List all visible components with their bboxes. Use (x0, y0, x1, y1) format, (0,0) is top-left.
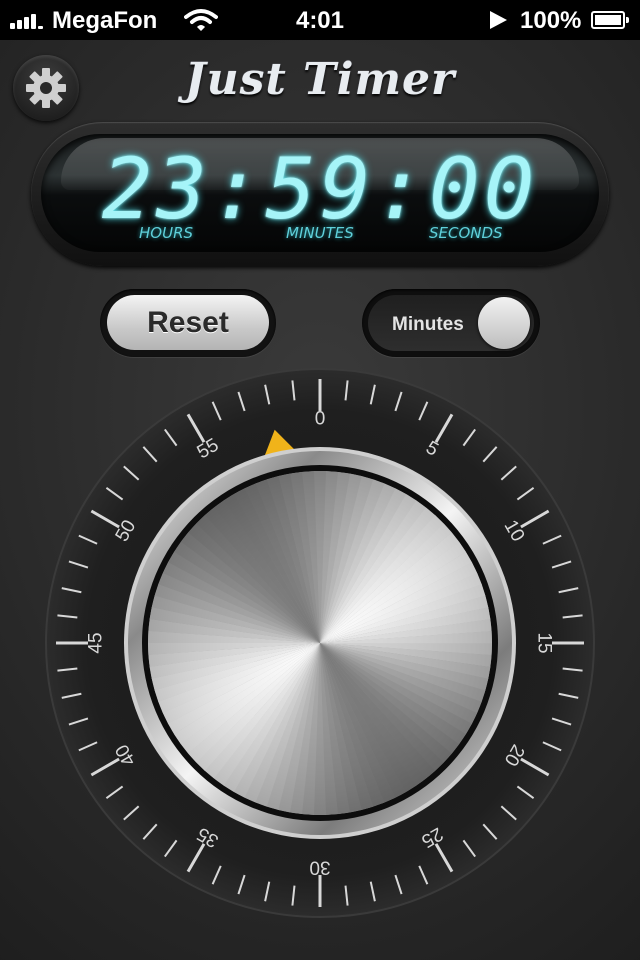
dial-number: 15 (534, 632, 555, 653)
play-icon (490, 11, 507, 29)
dial-number: 30 (309, 857, 330, 878)
dial-number: 45 (86, 632, 107, 653)
battery-percent: 100% (520, 7, 582, 34)
battery-icon (591, 11, 629, 29)
timer-dial[interactable]: 0510152025303540455055 (0, 40, 640, 960)
knob-shade (148, 471, 492, 815)
timer-screen: Just Timer 23:59:00 HOURS MINUTES SECOND… (0, 40, 640, 960)
dial-number: 0 (315, 409, 326, 430)
status-bar: MegaFon 4:01 100% (0, 0, 640, 40)
